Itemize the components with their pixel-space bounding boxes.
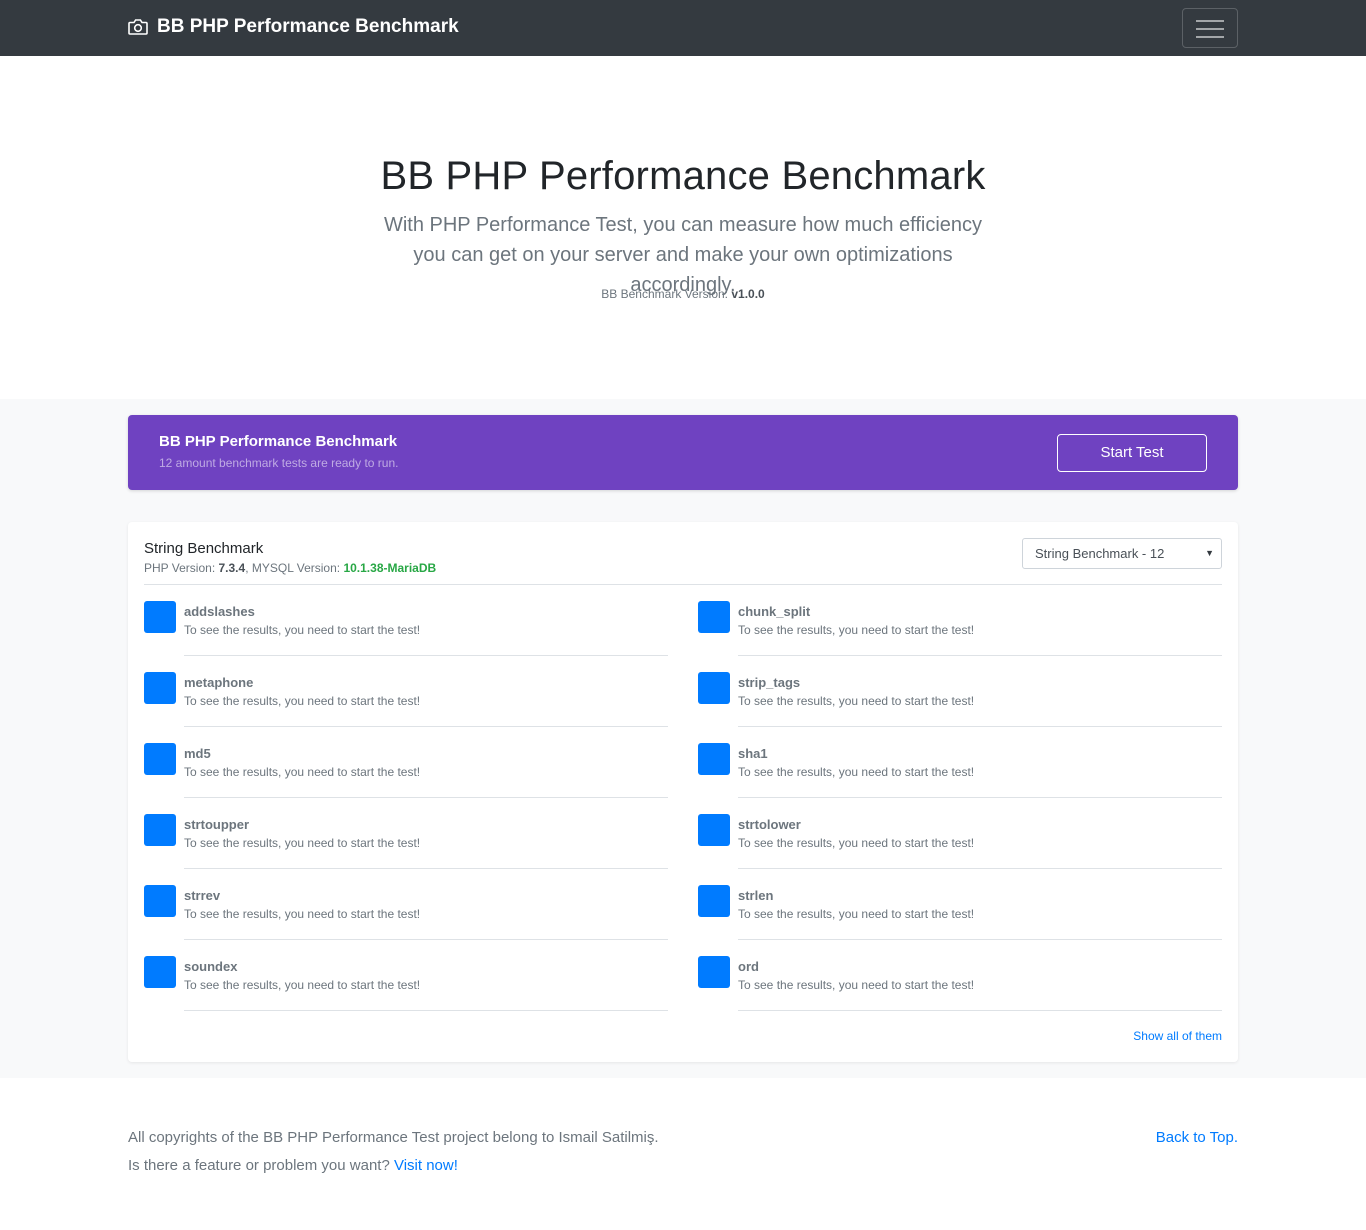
item-divider xyxy=(738,797,1222,798)
benchmark-item: strip_tags To see the results, you need t… xyxy=(698,672,1222,743)
hero: BB PHP Performance Benchmark With PHP Pe… xyxy=(0,56,1366,399)
benchmark-item: soundex To see the results, you need to s… xyxy=(144,956,668,1027)
promo-title: BB PHP Performance Benchmark xyxy=(159,433,398,450)
status-square xyxy=(698,956,730,988)
status-square xyxy=(144,601,176,633)
version-value: v1.0.0 xyxy=(731,287,765,301)
benchmark-message: To see the results, you need to start th… xyxy=(184,907,421,921)
navbar: BB PHP Performance Benchmark xyxy=(0,0,1366,56)
start-test-button[interactable]: Start Test xyxy=(1057,434,1207,472)
benchmark-select[interactable]: String Benchmark - 12 ▼ xyxy=(1022,538,1222,569)
hamburger-icon xyxy=(1196,20,1224,38)
status-square xyxy=(698,814,730,846)
card-title: String Benchmark xyxy=(144,540,264,557)
benchmark-item: ord To see the results, you need to start… xyxy=(698,956,1222,1027)
benchmark-message: To see the results, you need to start th… xyxy=(738,836,975,850)
benchmark-name: soundex xyxy=(184,959,238,974)
benchmark-message: To see the results, you need to start th… xyxy=(184,765,421,779)
benchmark-item: metaphone To see the results, you need to… xyxy=(144,672,668,743)
benchmark-item: addslashes To see the results, you need t… xyxy=(144,601,668,672)
status-square xyxy=(144,743,176,775)
mysql-version: 10.1.38-MariaDB xyxy=(343,561,437,575)
navbar-toggle-button[interactable] xyxy=(1182,8,1238,48)
benchmark-name: metaphone xyxy=(184,675,254,690)
benchmark-item: md5 To see the results, you need to start… xyxy=(144,743,668,814)
version-info: PHP Version: 7.3.4, MYSQL Version: 10.1.… xyxy=(144,561,436,575)
benchmark-name: chunk_split xyxy=(738,604,811,619)
benchmark-message: To see the results, you need to start th… xyxy=(738,623,975,637)
back-to-top-link[interactable]: Back to Top. xyxy=(1156,1129,1238,1146)
benchmark-message: To see the results, you need to start th… xyxy=(738,907,975,921)
status-square xyxy=(144,885,176,917)
status-square xyxy=(144,814,176,846)
benchmark-name: ord xyxy=(738,959,759,974)
benchmark-message: To see the results, you need to start th… xyxy=(738,978,975,992)
benchmark-name: strip_tags xyxy=(738,675,801,690)
benchmark-card: String Benchmark PHP Version: 7.3.4, MYS… xyxy=(128,522,1238,1062)
benchmark-item: strtoupper To see the results, you need t… xyxy=(144,814,668,885)
item-divider xyxy=(738,1010,1222,1011)
item-divider xyxy=(184,655,668,656)
divider xyxy=(144,584,1222,585)
item-divider xyxy=(184,868,668,869)
version-label: BB Benchmark Version: xyxy=(601,287,732,301)
camera-icon xyxy=(128,19,148,35)
benchmark-message: To see the results, you need to start th… xyxy=(184,623,421,637)
benchmark-name: strtolower xyxy=(738,817,801,832)
feature-label: Is there a feature or problem you want? xyxy=(128,1157,394,1174)
item-divider xyxy=(184,939,668,940)
status-square xyxy=(698,885,730,917)
feature-text: Is there a feature or problem you want? … xyxy=(128,1157,458,1174)
benchmark-item: strtolower To see the results, you need t… xyxy=(698,814,1222,885)
visit-now-link[interactable]: Visit now! xyxy=(394,1157,458,1174)
benchmark-message: To see the results, you need to start th… xyxy=(738,765,975,779)
status-square xyxy=(144,956,176,988)
promo-banner: BB PHP Performance Benchmark 12 amount b… xyxy=(128,415,1238,490)
brand-title: BB PHP Performance Benchmark xyxy=(157,16,459,37)
benchmark-name: md5 xyxy=(184,746,211,761)
main-section: BB PHP Performance Benchmark 12 amount b… xyxy=(0,399,1366,1078)
benchmark-message: To see the results, you need to start th… xyxy=(184,978,421,992)
benchmark-message: To see the results, you need to start th… xyxy=(184,836,421,850)
benchmark-name: strrev xyxy=(184,888,221,903)
item-divider xyxy=(184,1010,668,1011)
benchmark-item: strrev To see the results, you need to st… xyxy=(144,885,668,956)
php-label: PHP Version: xyxy=(144,561,219,575)
hero-title: BB PHP Performance Benchmark xyxy=(380,154,986,198)
footer: All copyrights of the BB PHP Performance… xyxy=(0,1078,1366,1230)
item-divider xyxy=(184,797,668,798)
copyright-text: All copyrights of the BB PHP Performance… xyxy=(128,1129,659,1146)
status-square xyxy=(698,601,730,633)
benchmark-message: To see the results, you need to start th… xyxy=(738,694,975,708)
caret-down-icon: ▼ xyxy=(1205,548,1214,558)
item-divider xyxy=(738,726,1222,727)
benchmark-name: addslashes xyxy=(184,604,255,619)
promo-subtitle: 12 amount benchmark tests are ready to r… xyxy=(159,456,399,470)
show-all-link[interactable]: Show all of them xyxy=(1133,1029,1222,1043)
brand-link[interactable]: BB PHP Performance Benchmark xyxy=(128,16,459,38)
benchmark-name: sha1 xyxy=(738,746,768,761)
status-square xyxy=(698,743,730,775)
benchmark-name: strtoupper xyxy=(184,817,249,832)
mysql-label: , MYSQL Version: xyxy=(245,561,344,575)
status-square xyxy=(698,672,730,704)
benchmark-item: strlen To see the results, you need to st… xyxy=(698,885,1222,956)
item-divider xyxy=(184,726,668,727)
benchmark-version: BB Benchmark Version: v1.0.0 xyxy=(0,287,1366,301)
benchmark-message: To see the results, you need to start th… xyxy=(184,694,421,708)
item-divider xyxy=(738,939,1222,940)
item-divider xyxy=(738,868,1222,869)
status-square xyxy=(144,672,176,704)
benchmark-item: sha1 To see the results, you need to star… xyxy=(698,743,1222,814)
benchmark-name: strlen xyxy=(738,888,774,903)
benchmark-select-value: String Benchmark - 12 xyxy=(1035,546,1165,561)
benchmark-item: chunk_split To see the results, you need … xyxy=(698,601,1222,672)
item-divider xyxy=(738,655,1222,656)
php-version: 7.3.4 xyxy=(218,561,246,575)
